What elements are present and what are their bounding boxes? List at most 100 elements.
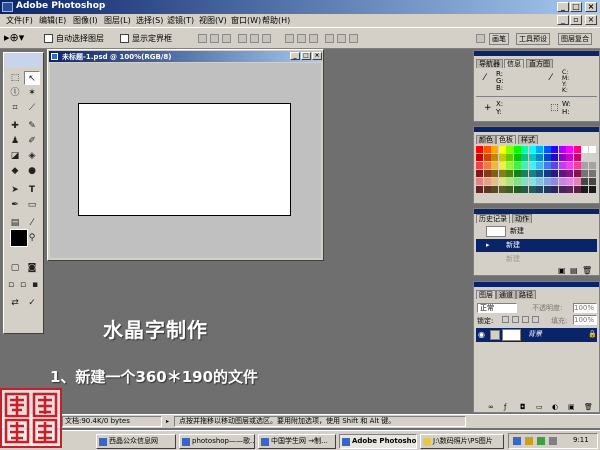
workspace-tab-brushes[interactable]: 画笔 (489, 33, 509, 45)
screen-mode-full-menu-icon[interactable]: ▫ (17, 278, 29, 292)
color-swatch[interactable] (566, 162, 573, 169)
menu-edit[interactable]: 编辑(E) (39, 15, 66, 26)
color-swatch[interactable] (558, 178, 566, 185)
palette-grip-bar[interactable] (474, 127, 599, 132)
tab-history[interactable]: 历史记录 (476, 214, 510, 223)
color-swatch[interactable] (551, 178, 558, 185)
color-swatch[interactable] (491, 146, 498, 153)
tab-color[interactable]: 颜色 (476, 135, 496, 144)
align-bottom-icon[interactable] (222, 34, 231, 43)
color-swatch[interactable] (528, 146, 536, 153)
color-swatch[interactable] (551, 186, 558, 193)
doc-size-readout[interactable]: 文档:90.4K/0 bytes (62, 416, 162, 427)
file-browser-icon[interactable] (476, 34, 485, 43)
layer-style-icon[interactable]: ƒ (504, 403, 506, 411)
color-swatch[interactable] (588, 186, 596, 193)
standard-mode-icon[interactable]: ▢ (7, 261, 23, 275)
color-swatch[interactable] (513, 162, 521, 169)
color-swatch[interactable] (476, 186, 483, 193)
color-swatch[interactable] (528, 178, 536, 185)
color-swatch[interactable] (476, 154, 483, 161)
color-swatch[interactable] (581, 154, 588, 161)
color-swatch[interactable] (536, 170, 543, 177)
blend-mode-select[interactable]: 正常 (477, 303, 517, 313)
new-layer-icon[interactable]: ▣ (568, 403, 575, 411)
align-right-icon[interactable] (262, 34, 271, 43)
color-swatch[interactable] (528, 154, 536, 161)
color-swatch[interactable] (536, 178, 543, 185)
color-swatch[interactable] (498, 170, 506, 177)
rectangle-tool-icon[interactable]: ▭ (24, 198, 40, 212)
taskbar-item[interactable]: J:\数码照片\PS图片 (420, 434, 504, 449)
paint-bucket-tool-icon[interactable]: ◈ (24, 149, 40, 163)
align-vcenter-icon[interactable] (210, 34, 219, 43)
healing-brush-tool-icon[interactable]: ✚ (7, 119, 23, 133)
tab-actions[interactable]: 动作 (512, 214, 532, 223)
color-swatch[interactable] (506, 146, 513, 153)
screen-mode-full-icon[interactable]: ▪ (29, 278, 41, 292)
tray-speaker-icon[interactable] (525, 437, 533, 445)
taskbar-item-active[interactable]: Adobe Photoshop (339, 434, 417, 449)
color-swatch[interactable] (551, 154, 558, 161)
minimize-button[interactable]: _ (557, 2, 569, 12)
doc-window-close-button[interactable]: × (312, 52, 322, 60)
history-snapshot-row[interactable]: 新建 (476, 225, 597, 238)
tab-info[interactable]: 信息 (504, 59, 524, 68)
color-swatch[interactable] (513, 146, 521, 153)
color-swatch[interactable] (588, 162, 596, 169)
color-swatch[interactable] (543, 162, 551, 169)
clone-stamp-tool-icon[interactable]: ♟ (7, 134, 23, 148)
color-swatch[interactable] (476, 178, 483, 185)
palette-grip-bar[interactable] (474, 282, 599, 287)
color-swatch[interactable] (483, 178, 491, 185)
color-swatch[interactable] (498, 186, 506, 193)
tab-swatches[interactable]: 色板 (496, 135, 516, 144)
lasso-tool-icon[interactable]: ⓛ (7, 86, 23, 100)
color-swatch[interactable] (588, 154, 596, 161)
color-swatch[interactable] (581, 162, 588, 169)
color-swatch[interactable] (573, 170, 581, 177)
color-swatch[interactable] (491, 154, 498, 161)
color-swatch[interactable] (566, 178, 573, 185)
taskbar-item[interactable]: 西晶公众信息网 (96, 434, 176, 449)
jump-to-icon[interactable]: ✓ (24, 296, 40, 310)
foreground-color-swatch[interactable] (10, 229, 28, 247)
color-swatch[interactable] (581, 146, 588, 153)
color-swatch[interactable] (498, 154, 506, 161)
color-swatch[interactable] (491, 186, 498, 193)
color-swatch[interactable] (566, 146, 573, 153)
add-mask-icon[interactable]: ◘ (520, 403, 526, 411)
color-swatch[interactable] (506, 170, 513, 177)
tab-styles[interactable]: 样式 (518, 135, 538, 144)
color-swatch[interactable] (476, 146, 483, 153)
color-swatch[interactable] (573, 186, 581, 193)
color-swatch[interactable] (566, 154, 573, 161)
doc-window-minimize-button[interactable]: _ (290, 52, 300, 60)
slice-tool-icon[interactable]: ⟋ (24, 101, 40, 115)
maximize-button[interactable]: □ (570, 2, 582, 12)
color-swatch[interactable] (521, 162, 528, 169)
menu-file[interactable]: 文件(F) (6, 15, 33, 26)
close-button[interactable]: × (585, 2, 597, 12)
color-swatch[interactable] (521, 146, 528, 153)
color-swatch[interactable] (536, 154, 543, 161)
document-title-bar[interactable]: 未标题-1.psd @ 100%(RGB/8) _ □ × (49, 51, 322, 62)
tray-ime-icon[interactable] (549, 437, 557, 445)
color-swatch[interactable] (521, 154, 528, 161)
layer-set-icon[interactable]: ▭ (536, 403, 543, 411)
color-swatch[interactable] (588, 178, 596, 185)
distribute-right-icon[interactable] (349, 34, 358, 43)
menu-image[interactable]: 图像(I) (73, 15, 98, 26)
color-swatch[interactable] (483, 154, 491, 161)
color-swatch[interactable] (528, 170, 536, 177)
new-snapshot-icon[interactable]: ▤ (570, 266, 578, 275)
taskbar-item[interactable]: 中国学生网 →制... (258, 434, 336, 449)
pen-tool-icon[interactable]: ✒ (7, 198, 23, 212)
imageready-icon[interactable]: ⇄ (7, 296, 23, 310)
history-state-row[interactable]: ▸ 新建 (476, 239, 597, 252)
color-swatch[interactable] (513, 170, 521, 177)
color-swatch[interactable] (536, 186, 543, 193)
color-swatch[interactable] (573, 162, 581, 169)
color-swatch[interactable] (543, 170, 551, 177)
auto-select-checkbox[interactable] (44, 34, 53, 43)
